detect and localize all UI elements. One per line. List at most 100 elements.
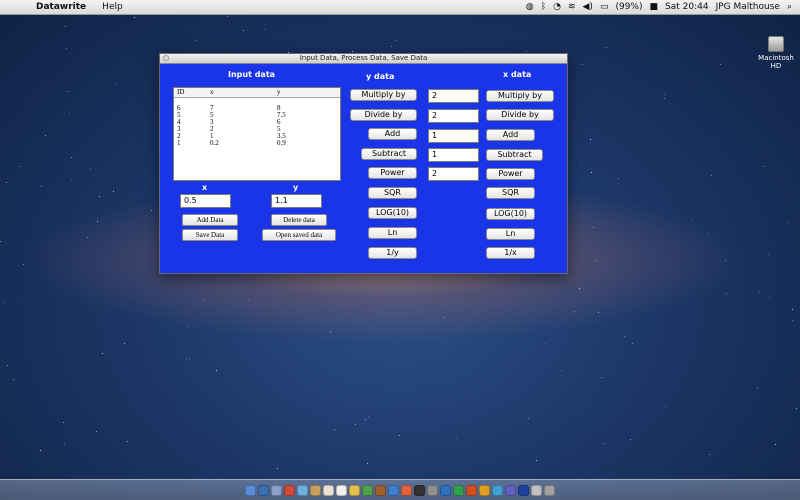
datawrite-icon[interactable]	[518, 484, 529, 496]
y-reciprocal-button[interactable]: 1/y	[368, 247, 417, 259]
battery-icon[interactable]: ▭	[600, 2, 609, 12]
multiply-operand-input[interactable]: 2	[428, 89, 479, 103]
calendar-icon[interactable]	[336, 484, 347, 496]
star	[68, 91, 70, 93]
cell-id: 1	[177, 139, 181, 147]
star	[90, 167, 92, 169]
y-data-heading: y data	[366, 72, 395, 81]
terminal-icon[interactable]	[414, 484, 425, 496]
clock[interactable]: Sat 20:44	[665, 2, 709, 12]
trash-icon[interactable]	[544, 484, 555, 496]
notes-icon[interactable]	[349, 484, 360, 496]
table-row[interactable]: 1 0.2 0.9	[174, 140, 340, 147]
x-multiply-button[interactable]: Multiply by	[486, 90, 554, 102]
x-power-button[interactable]: Power	[486, 168, 535, 180]
star	[629, 438, 631, 440]
y-add-button[interactable]: Add	[368, 128, 417, 140]
wifi-icon[interactable]: ≋	[568, 2, 576, 12]
subtract-operand-input[interactable]: 1	[428, 148, 479, 162]
y-sqr-button[interactable]: SQR	[368, 187, 417, 199]
divide-operand-input[interactable]: 2	[428, 109, 479, 123]
time-machine-icon[interactable]: ◔	[553, 2, 561, 12]
star	[764, 166, 766, 168]
table-row[interactable]: 5 5 7.5	[174, 112, 340, 119]
downloads-stack-icon[interactable]	[531, 484, 542, 496]
y-value-input[interactable]: 1.1	[271, 194, 322, 208]
hard-disk-icon	[768, 36, 784, 52]
table-row[interactable]: 2 1 3.5	[174, 133, 340, 140]
facetime-icon[interactable]	[362, 484, 373, 496]
main-window: Input Data, Process Data, Save Data Inpu…	[159, 53, 568, 274]
safari-icon[interactable]	[297, 484, 308, 496]
firefox-icon[interactable]	[479, 484, 490, 496]
star	[589, 139, 591, 141]
volume-icon[interactable]: ◀)	[583, 2, 593, 12]
app-menu[interactable]: Datawrite	[36, 2, 86, 12]
disk-label: Macintosh HD	[758, 54, 794, 70]
globe-icon[interactable]: ◍	[526, 2, 534, 12]
save-data-button[interactable]: Save Data	[182, 229, 238, 241]
table-row[interactable]: 436	[174, 119, 340, 126]
powerpoint-icon[interactable]	[466, 484, 477, 496]
preferences-icon[interactable]	[427, 484, 438, 496]
table-row[interactable]: 325	[174, 126, 340, 133]
add-operand-input[interactable]: 1	[428, 129, 479, 143]
x-ln-button[interactable]: Ln	[486, 228, 535, 240]
finder-icon[interactable]	[245, 484, 256, 496]
bluetooth-icon[interactable]: ᛒ	[541, 2, 546, 12]
star	[68, 113, 70, 115]
table-row[interactable]: 678	[174, 105, 340, 112]
x-reciprocal-button[interactable]: 1/x	[486, 247, 535, 259]
photo-booth-icon[interactable]	[375, 484, 386, 496]
x-log10-button[interactable]: LOG(10)	[486, 208, 535, 220]
x-add-button[interactable]: Add	[486, 129, 535, 141]
contacts-icon[interactable]	[323, 484, 334, 496]
y-ln-button[interactable]: Ln	[368, 227, 417, 239]
y-divide-button[interactable]: Divide by	[350, 109, 417, 121]
delete-data-button[interactable]: Delete data	[271, 214, 327, 226]
dashboard-icon[interactable]	[258, 484, 269, 496]
xcode-icon[interactable]	[505, 484, 516, 496]
star	[96, 221, 98, 223]
star	[632, 342, 634, 344]
star	[70, 157, 72, 159]
y-power-button[interactable]: Power	[368, 167, 417, 179]
star	[40, 449, 42, 451]
help-menu[interactable]: Help	[102, 2, 123, 12]
star	[13, 379, 15, 381]
y-multiply-button[interactable]: Multiply by	[350, 89, 417, 101]
x-subtract-button[interactable]: Subtract	[486, 149, 543, 161]
chrome-icon[interactable]	[492, 484, 503, 496]
star	[186, 357, 188, 359]
x-sqr-button[interactable]: SQR	[486, 187, 535, 199]
star	[127, 441, 129, 443]
app-store-icon[interactable]	[284, 484, 295, 496]
power-operand-input[interactable]: 2	[428, 167, 479, 181]
iphoto-icon[interactable]	[388, 484, 399, 496]
close-window-icon[interactable]	[163, 55, 169, 61]
star	[113, 190, 115, 192]
star	[365, 419, 366, 420]
star	[724, 259, 726, 261]
column-header-id: ID	[177, 88, 185, 96]
y-log10-button[interactable]: LOG(10)	[368, 207, 417, 219]
mission-control-icon[interactable]	[271, 484, 282, 496]
battery-percent: (99%)	[615, 2, 643, 12]
itunes-icon[interactable]	[401, 484, 412, 496]
data-table[interactable]: ID x y 678 5 5 7.5 436 325 2 1 3.5 1 0.2 0.9	[173, 87, 341, 181]
excel-icon[interactable]	[453, 484, 464, 496]
hard-disk-desktop-icon[interactable]: Macintosh HD	[756, 36, 796, 70]
spotlight-search-icon[interactable]: ⌕	[787, 2, 792, 12]
window-titlebar[interactable]: Input Data, Process Data, Save Data	[160, 54, 567, 64]
user-name[interactable]: JPG Malthouse	[716, 2, 780, 12]
x-value-input[interactable]: 0.5	[180, 194, 231, 208]
star	[691, 219, 693, 221]
y-subtract-button[interactable]: Subtract	[361, 148, 417, 160]
x-divide-button[interactable]: Divide by	[486, 109, 554, 121]
star	[243, 29, 245, 31]
word-icon[interactable]	[440, 484, 451, 496]
flag-icon[interactable]: ■	[650, 2, 659, 12]
mail-icon[interactable]	[310, 484, 321, 496]
open-saved-data-button[interactable]: Open saved data	[262, 229, 336, 241]
add-data-button[interactable]: Add Data	[182, 214, 238, 226]
